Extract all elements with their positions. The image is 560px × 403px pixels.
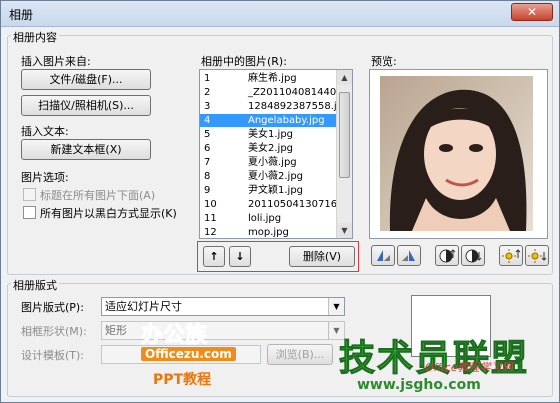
album-dialog: 相册 ✕ 相册内容 插入图片来自: 文件/磁盘(F)... 扫描仪/照相机(S)… [0,0,560,403]
move-down-button[interactable]: ↓ [229,246,251,267]
scroll-thumb[interactable] [339,92,350,178]
list-item[interactable]: 12 mop.jpg [200,226,337,238]
list-item[interactable]: 8 夏小薇2.jpg [200,170,337,183]
pictures-listbox[interactable]: 1麻生希.jpg 2_Z20110408144058 3128489238755… [199,69,353,239]
browse-button[interactable]: 浏览(B)... [267,344,333,365]
caption-below-label: 标题在所有图片下面(A) [40,189,156,202]
brightness-up-icon[interactable] [499,245,523,266]
picture-layout-value: 适应幻灯片尺寸 [105,300,182,313]
list-item[interactable]: 9 尹文颖1.jpg [200,184,337,197]
jsgho-watermark: 技术员联盟 Office教程学习网 www.jsgho.com [329,329,553,399]
officezu-watermark: 办公族 Officezu.com PPT教程 [119,317,249,399]
preview-label: 预览: [371,55,397,68]
new-textbox-button[interactable]: 新建文本框(X) [21,139,151,160]
insert-from-label: 插入图片来自: [21,55,91,68]
watermark-left-title: 办公族 [140,323,208,349]
chevron-down-icon[interactable]: ▼ [328,298,344,315]
pictures-in-album-label: 相册中的图片(R): [201,55,287,68]
album-content-label: 相册内容 [11,29,59,45]
dialog-title: 相册 [9,8,34,22]
watermark-right-small: Office教程学习网 [425,361,513,374]
scroll-down-icon[interactable]: ▼ [337,223,352,238]
list-item[interactable]: 11 loli.jpg [200,212,337,225]
preview-pane [369,69,548,239]
scanner-camera-button[interactable]: 扫描仪/照相机(S)... [21,95,151,116]
list-item[interactable]: 10 201105041307166 [200,198,337,211]
file-disk-button[interactable]: 文件/磁盘(F)... [21,69,151,90]
all-bw-label: 所有图片以黑白方式显示(K) [40,207,177,220]
list-scrollbar[interactable]: ▲ ▼ [336,70,352,238]
dialog-body: 相册内容 插入图片来自: 文件/磁盘(F)... 扫描仪/照相机(S)... 插… [7,29,553,399]
picture-layout-select[interactable]: 适应幻灯片尺寸 ▼ [101,297,345,316]
scroll-up-icon[interactable]: ▲ [337,70,352,85]
frame-shape-label: 相框形状(M): [21,325,87,338]
delete-button[interactable]: 删除(V) [289,246,355,267]
all-bw-checkbox[interactable] [23,206,36,219]
brightness-down-icon[interactable] [525,245,549,266]
caption-below-checkbox[interactable] [23,188,36,201]
album-layout-label: 相册版式 [11,277,59,293]
watermark-left-ppt: PPT教程 [153,372,212,388]
watermark-right-url: www.jsgho.com [357,377,481,393]
rotate-left-icon[interactable] [371,245,395,266]
list-item[interactable]: 6 美女2.jpg [200,142,337,155]
preview-photo [380,76,533,231]
list-item[interactable]: 1 麻生希.jpg [200,72,337,85]
picture-options-label: 图片选项: [21,171,69,184]
list-item[interactable]: 3 1284892387558.j [200,100,337,113]
list-item[interactable]: 7 夏小薇.jpg [200,156,337,169]
insert-text-label: 插入文本: [21,125,69,138]
list-item[interactable]: 5 美女1.jpg [200,128,337,141]
title-bar: 相册 ✕ [1,1,559,27]
close-button[interactable]: ✕ [511,3,553,21]
contrast-down-icon[interactable] [461,245,485,266]
list-item-selected[interactable]: 4 Angelababy.jpg [200,114,337,127]
design-template-label: 设计模板(T): [21,349,85,362]
move-up-button[interactable]: ↑ [203,246,225,267]
picture-layout-label: 图片版式(P): [21,301,84,314]
rotate-right-icon[interactable] [397,245,421,266]
contrast-up-icon[interactable] [435,245,459,266]
list-item[interactable]: 2_Z20110408144058 [200,86,337,99]
watermark-left-site: Officezu.com [141,347,236,361]
